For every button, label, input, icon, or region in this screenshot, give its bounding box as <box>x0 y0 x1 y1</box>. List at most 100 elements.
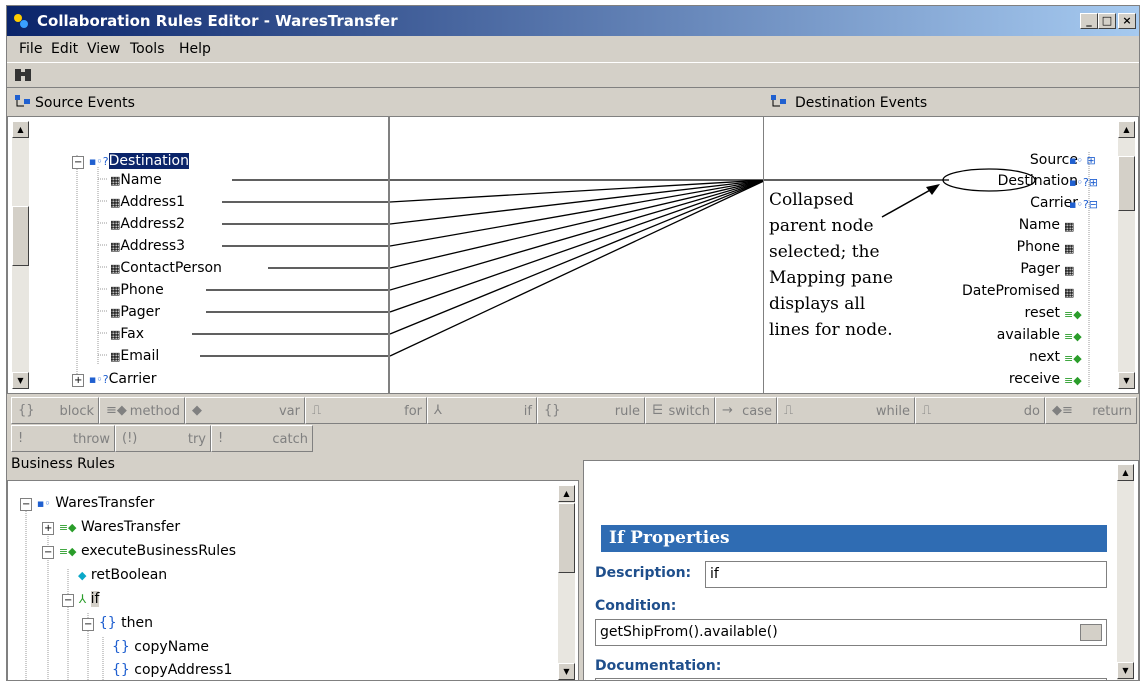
menu-tools[interactable]: Tools <box>130 41 165 57</box>
rule-item-executebusinessrules[interactable]: − ≡◆ executeBusinessRules <box>42 543 236 559</box>
scroll-down-button[interactable]: ▼ <box>1118 372 1135 389</box>
tree-item-address3[interactable]: ▦Address3 <box>110 238 185 254</box>
field-icon: ▦ <box>1064 242 1075 255</box>
collapse-toggle-icon[interactable]: − <box>72 156 85 169</box>
rule-item-copyaddress1[interactable]: {} copyAddress1 <box>112 662 232 678</box>
mapping-lines <box>390 179 764 357</box>
tree-item-pager[interactable]: ▦Pager <box>110 304 160 320</box>
tree-item-fax[interactable]: ▦Fax <box>110 326 144 342</box>
tree-item-address1[interactable]: ▦Address1 <box>110 194 185 210</box>
mapping-pane <box>389 116 765 394</box>
variable-icon: ◆ <box>78 569 87 582</box>
title-bar[interactable]: Collaboration Rules Editor - WaresTransf… <box>7 6 1139 36</box>
menu-file[interactable]: File <box>19 41 42 57</box>
dest-item-name[interactable]: Name <box>1019 217 1060 233</box>
palette-catch-button[interactable]: ! catch <box>211 425 313 452</box>
block-icon: {} <box>98 615 117 631</box>
condition-field[interactable]: getShipFrom().available() <box>595 619 1107 646</box>
palette-if-button[interactable]: ⅄ if <box>427 397 537 424</box>
scroll-up-button[interactable]: ▲ <box>558 485 575 502</box>
scroll-thumb[interactable] <box>558 503 575 573</box>
field-icon: ▦ <box>110 218 121 231</box>
dest-item-reset[interactable]: reset <box>1025 305 1060 321</box>
tree-icon: ▪◦ <box>36 497 51 510</box>
source-events-header: Source Events <box>7 88 387 116</box>
structure-icon: ▪◦?⊟ <box>1069 198 1098 211</box>
field-icon: ▦ <box>110 174 121 187</box>
palette-do-button[interactable]: ⎍ do <box>915 397 1045 424</box>
destination-scrollbar[interactable]: ▲ ▼ <box>1118 121 1135 389</box>
palette-return-button[interactable]: ◆≡ return <box>1045 397 1137 424</box>
tree-item-email[interactable]: ▦Email <box>110 348 159 364</box>
maximize-button[interactable]: □ <box>1098 13 1116 29</box>
scroll-down-button[interactable]: ▼ <box>1117 662 1134 679</box>
scroll-up-button[interactable]: ▲ <box>1117 464 1134 481</box>
rule-item-warestransfer-root[interactable]: − ▪◦ WaresTransfer <box>20 495 154 511</box>
palette-rule-button[interactable]: {} rule <box>537 397 645 424</box>
tree-item-carrier[interactable]: + ▪◦?Carrier <box>72 371 157 387</box>
tree-item-contactperson[interactable]: ▦ContactPerson <box>110 260 222 276</box>
properties-title-bar: If Properties <box>601 525 1107 552</box>
collapse-toggle-icon[interactable]: − <box>42 546 55 559</box>
palette-throw-button[interactable]: ! throw <box>11 425 115 452</box>
documentation-field[interactable] <box>595 678 1107 680</box>
tree-item-destination[interactable]: − ▪◦?Destination <box>72 153 189 169</box>
dest-item-available[interactable]: available <box>997 327 1060 343</box>
menu-view[interactable]: View <box>87 41 120 57</box>
description-field[interactable]: if <box>705 561 1107 588</box>
method-icon: ≡◆ <box>1064 374 1082 387</box>
palette-switch-button[interactable]: ⋿ switch <box>645 397 715 424</box>
structure-icon: ▪◦?⊞ <box>1069 176 1098 189</box>
rule-item-copyname[interactable]: {} copyName <box>112 639 209 655</box>
collapse-toggle-icon[interactable]: − <box>20 498 33 511</box>
tree-item-phone[interactable]: ▦Phone <box>110 282 164 298</box>
expand-toggle-icon[interactable]: + <box>72 374 85 387</box>
destination-events-pane: Source Destination Carrier Name Phone Pa… <box>763 116 1139 394</box>
dest-item-destination[interactable]: Destination <box>998 173 1078 189</box>
scroll-up-button[interactable]: ▲ <box>1118 121 1135 138</box>
rule-item-if[interactable]: − ⅄ if <box>62 591 100 607</box>
palette-try-button[interactable]: (!) try <box>115 425 211 452</box>
properties-scrollbar[interactable]: ▲ ▼ <box>1117 464 1134 680</box>
method-icon: ≡◆ <box>58 545 77 558</box>
repeat-field-icon: ▦ <box>110 262 121 275</box>
binoculars-icon[interactable] <box>13 67 33 83</box>
expand-toggle-icon[interactable]: + <box>42 522 55 535</box>
dest-item-receive[interactable]: receive <box>1009 371 1060 387</box>
palette-case-button[interactable]: → case <box>715 397 777 424</box>
toolbar <box>7 62 1139 88</box>
rule-item-warestransfer-class[interactable]: + ≡◆ WaresTransfer <box>42 519 180 535</box>
repeat-field-icon: ▦ <box>110 328 121 341</box>
documentation-label: Documentation: <box>595 658 722 674</box>
field-icon: ▦ <box>110 196 121 209</box>
rule-item-retboolean[interactable]: ◆ retBoolean <box>78 567 167 583</box>
dest-item-phone[interactable]: Phone <box>1017 239 1060 255</box>
palette-block-button[interactable]: {} block <box>11 397 99 424</box>
field-icon: ▦ <box>1064 264 1075 277</box>
palette-for-button[interactable]: ⎍ for <box>305 397 427 424</box>
business-rules-scrollbar[interactable]: ▲ ▼ <box>558 485 575 680</box>
menu-help[interactable]: Help <box>179 41 211 57</box>
repeat-field-icon: ▦ <box>110 284 121 297</box>
condition-edit-button[interactable] <box>1080 624 1102 641</box>
dest-item-next[interactable]: next <box>1029 349 1060 365</box>
field-icon: ▦ <box>1064 220 1075 233</box>
scroll-thumb[interactable] <box>1118 156 1135 211</box>
close-button[interactable]: × <box>1118 13 1136 29</box>
rule-item-then[interactable]: − {} then <box>82 615 153 631</box>
dest-item-pager[interactable]: Pager <box>1020 261 1060 277</box>
menu-edit[interactable]: Edit <box>51 41 78 57</box>
palette-var-button[interactable]: ◆ var <box>185 397 305 424</box>
minimize-button[interactable]: _ <box>1080 13 1098 29</box>
tree-item-name[interactable]: ▦Name <box>110 172 162 188</box>
field-icon: ▦ <box>1064 286 1075 299</box>
annotation-callout: Collapsed parent node selected; the Mapp… <box>769 190 894 340</box>
app-icon <box>14 14 28 28</box>
collapse-toggle-icon[interactable]: − <box>82 618 95 631</box>
scroll-down-button[interactable]: ▼ <box>558 663 575 680</box>
tree-item-address2[interactable]: ▦Address2 <box>110 216 185 232</box>
dest-item-datepromised[interactable]: DatePromised <box>962 283 1060 299</box>
collapse-toggle-icon[interactable]: − <box>62 594 75 607</box>
palette-while-button[interactable]: ⎍ while <box>777 397 915 424</box>
palette-method-button[interactable]: ≡◆ method <box>99 397 185 424</box>
